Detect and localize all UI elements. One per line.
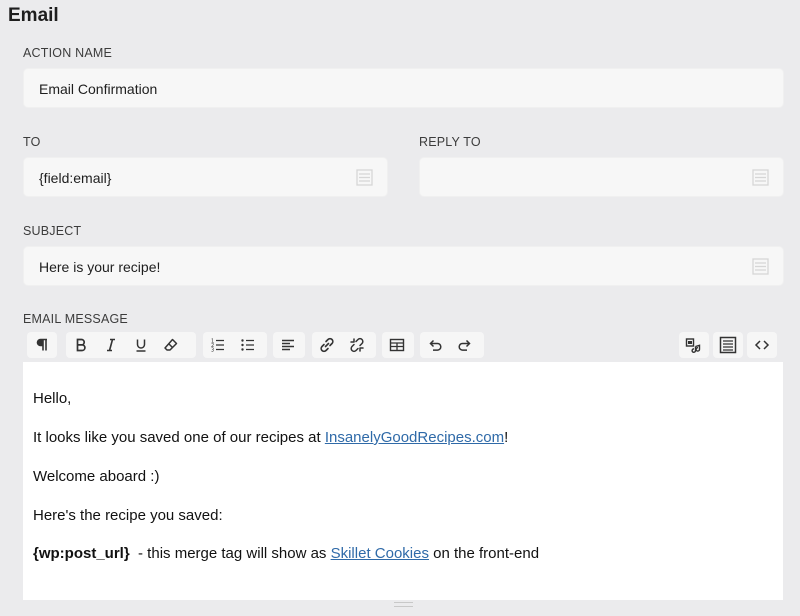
merge-tag-icon[interactable] bbox=[752, 258, 769, 275]
merge-tag-icon[interactable] bbox=[752, 169, 769, 186]
unlink-icon[interactable] bbox=[342, 332, 372, 358]
unordered-list-icon[interactable] bbox=[233, 332, 263, 358]
subject-field[interactable]: Here is your recipe! bbox=[23, 246, 784, 286]
link-icon[interactable] bbox=[312, 332, 342, 358]
bold-icon[interactable] bbox=[66, 332, 96, 358]
message-line-saved: It looks like you saved one of our recip… bbox=[33, 429, 508, 446]
editor-toolbar: 123 bbox=[23, 332, 783, 360]
post-link[interactable]: Skillet Cookies bbox=[331, 545, 429, 562]
table-icon[interactable] bbox=[382, 332, 412, 358]
code-view-icon[interactable] bbox=[747, 332, 777, 358]
email-message-editor[interactable]: Hello, It looks like you saved one of ou… bbox=[23, 362, 783, 600]
undo-icon[interactable] bbox=[420, 332, 450, 358]
merge-tag-text: {wp:post_url} bbox=[33, 545, 130, 562]
reply-to-label: REPLY TO bbox=[419, 135, 481, 149]
message-line-saved-suffix: ! bbox=[504, 429, 509, 446]
svg-text:3: 3 bbox=[211, 348, 214, 354]
section-title: Email bbox=[8, 5, 59, 26]
merge-tag-suffix: on the front-end bbox=[428, 545, 540, 562]
redo-icon[interactable] bbox=[450, 332, 480, 358]
message-line-saved-prefix: It looks like you saved one of our recip… bbox=[33, 429, 325, 446]
merge-tag-description: - this merge tag will show as bbox=[129, 545, 331, 562]
message-line-merge-tag: {wp:post_url} - this merge tag will show… bbox=[33, 545, 539, 562]
align-left-icon[interactable] bbox=[273, 332, 303, 358]
action-name-label: ACTION NAME bbox=[23, 46, 113, 60]
resize-handle[interactable] bbox=[394, 602, 413, 607]
to-label: TO bbox=[23, 135, 41, 149]
ordered-list-icon[interactable]: 123 bbox=[203, 332, 233, 358]
message-line-recipe: Here's the recipe you saved: bbox=[33, 507, 223, 524]
site-link[interactable]: InsanelyGoodRecipes.com bbox=[325, 429, 504, 446]
action-name-value: Email Confirmation bbox=[39, 81, 158, 97]
paragraph-icon[interactable] bbox=[27, 332, 57, 358]
message-line-greeting: Hello, bbox=[33, 390, 72, 407]
to-value: {field:email} bbox=[39, 170, 112, 186]
email-message-label: EMAIL MESSAGE bbox=[23, 312, 128, 326]
italic-icon[interactable] bbox=[96, 332, 126, 358]
action-name-field[interactable]: Email Confirmation bbox=[23, 68, 784, 108]
reply-to-field[interactable] bbox=[419, 157, 784, 197]
to-field[interactable]: {field:email} bbox=[23, 157, 388, 197]
message-line-welcome: Welcome aboard :) bbox=[33, 468, 160, 485]
subject-label: SUBJECT bbox=[23, 224, 82, 238]
underline-icon[interactable] bbox=[126, 332, 156, 358]
merge-tags-icon[interactable] bbox=[713, 332, 743, 358]
clear-format-icon[interactable] bbox=[156, 332, 186, 358]
media-icon[interactable] bbox=[679, 332, 709, 358]
merge-tag-icon[interactable] bbox=[356, 169, 373, 186]
subject-value: Here is your recipe! bbox=[39, 259, 161, 275]
